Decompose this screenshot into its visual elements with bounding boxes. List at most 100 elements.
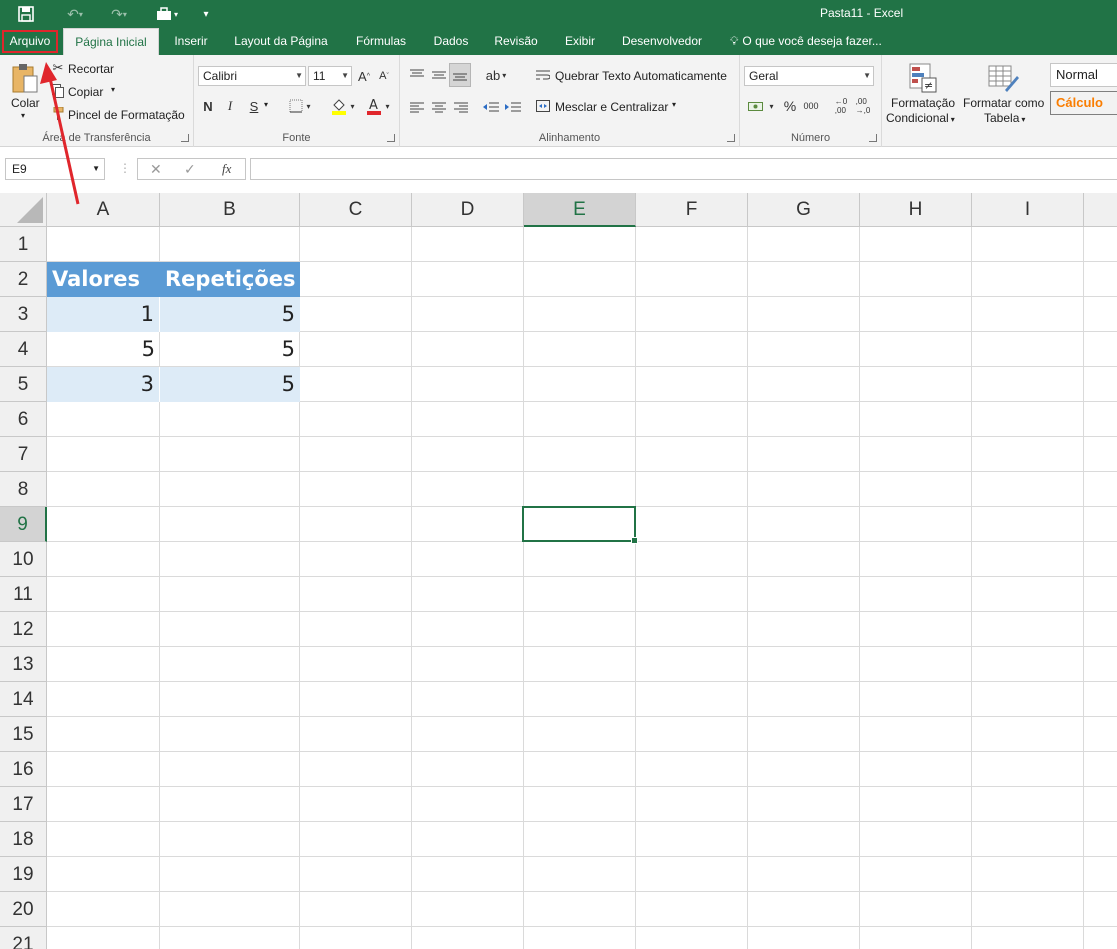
row-header-4[interactable]: 4: [0, 332, 47, 367]
row-header-15[interactable]: 15: [0, 717, 47, 752]
conditional-formatting-icon[interactable]: ≠: [906, 60, 940, 96]
number-launcher-icon[interactable]: [869, 134, 877, 142]
row-header-20[interactable]: 20: [0, 892, 47, 927]
currency-icon[interactable]: ▾: [744, 96, 778, 116]
row-header-18[interactable]: 18: [0, 822, 47, 857]
align-bottom-icon[interactable]: [449, 63, 471, 87]
row-header-5[interactable]: 5: [0, 367, 47, 402]
decrease-indent-icon[interactable]: [482, 97, 500, 117]
align-middle-icon[interactable]: [430, 65, 448, 85]
tab-formulas[interactable]: Fórmulas: [346, 28, 416, 55]
paste-button[interactable]: Colar: [11, 96, 40, 110]
clipboard-launcher-icon[interactable]: [181, 134, 189, 142]
tell-me-box[interactable]: 💡︎ O que você deseja fazer...: [730, 28, 882, 55]
paste-icon[interactable]: [10, 61, 40, 95]
align-right-icon[interactable]: [452, 97, 470, 117]
row-header-6[interactable]: 6: [0, 402, 47, 437]
conditional-formatting-line1[interactable]: Formatação: [891, 96, 955, 110]
fill-color-icon[interactable]: ▾: [329, 96, 357, 116]
row-header-19[interactable]: 19: [0, 857, 47, 892]
table-cell-b5[interactable]: 5: [160, 367, 300, 402]
column-header-a[interactable]: A: [47, 193, 160, 227]
merge-center-icon[interactable]: [535, 98, 551, 114]
cut-button[interactable]: Recortar: [68, 62, 114, 76]
increase-font-icon[interactable]: A ^: [356, 66, 372, 86]
font-color-icon[interactable]: A ▾: [364, 96, 392, 116]
style-calculo[interactable]: Cálculo: [1050, 91, 1117, 115]
table-cell-a3[interactable]: 1: [47, 297, 160, 332]
underline-dropdown-icon[interactable]: ▾: [264, 100, 268, 109]
number-format-select[interactable]: Geral ▼: [744, 66, 874, 86]
row-header-2[interactable]: 2: [0, 262, 47, 297]
row-header-21[interactable]: 21: [0, 927, 47, 949]
cancel-icon[interactable]: ✕: [150, 161, 162, 178]
row-header-13[interactable]: 13: [0, 647, 47, 682]
underline-button[interactable]: S: [246, 96, 262, 116]
row-header-3[interactable]: 3: [0, 297, 47, 332]
style-normal[interactable]: Normal: [1050, 63, 1117, 87]
table-header-repeticoes[interactable]: Repetições: [160, 262, 300, 297]
format-painter-button[interactable]: Pincel de Formatação: [68, 108, 185, 122]
column-header-g[interactable]: G: [748, 193, 860, 227]
bold-button[interactable]: N: [200, 96, 216, 116]
percent-button[interactable]: %: [782, 96, 798, 116]
row-header-1[interactable]: 1: [0, 227, 47, 262]
table-cell-a4[interactable]: 5: [47, 332, 160, 367]
conditional-formatting-line2[interactable]: Condicional ▾: [886, 111, 955, 125]
format-as-table-icon[interactable]: [986, 60, 1020, 96]
format-as-table-line1[interactable]: Formatar como: [963, 96, 1044, 110]
align-left-icon[interactable]: [408, 97, 426, 117]
wrap-text-icon[interactable]: [535, 67, 551, 83]
copy-button[interactable]: Copiar: [68, 85, 103, 99]
formula-input[interactable]: [250, 158, 1117, 180]
decrease-font-icon[interactable]: Aˇ: [376, 66, 392, 86]
tab-layout-da-pagina[interactable]: Layout da Página: [226, 28, 336, 55]
merge-center-button[interactable]: Mesclar e Centralizar: [555, 100, 668, 114]
format-as-table-line2[interactable]: Tabela ▾: [984, 111, 1025, 125]
tab-desenvolvedor[interactable]: Desenvolvedor: [613, 28, 711, 55]
align-center-icon[interactable]: [430, 97, 448, 117]
row-header-16[interactable]: 16: [0, 752, 47, 787]
tab-arquivo[interactable]: Arquivo: [2, 30, 58, 53]
paste-dropdown-icon[interactable]: ▾: [21, 111, 25, 120]
row-header-10[interactable]: 10: [0, 542, 47, 577]
select-all-button[interactable]: [0, 193, 47, 227]
tab-pagina-inicial[interactable]: Página Inicial: [63, 28, 159, 55]
column-header-f[interactable]: F: [636, 193, 748, 227]
column-header-c[interactable]: C: [300, 193, 412, 227]
row-header-14[interactable]: 14: [0, 682, 47, 717]
table-cell-b4[interactable]: 5: [160, 332, 300, 367]
row-header-12[interactable]: 12: [0, 612, 47, 647]
tab-inserir[interactable]: Inserir: [165, 28, 217, 55]
wrap-text-button[interactable]: Quebrar Texto Automaticamente: [555, 69, 727, 83]
row-header-11[interactable]: 11: [0, 577, 47, 612]
column-header-d[interactable]: D: [412, 193, 524, 227]
table-cell-b3[interactable]: 5: [160, 297, 300, 332]
thousands-button[interactable]: 000: [802, 96, 820, 116]
tab-revisao[interactable]: Revisão: [486, 28, 546, 55]
increase-decimal-icon[interactable]: ←0,00: [832, 96, 850, 116]
name-box[interactable]: E9 ▼: [5, 158, 105, 180]
table-header-valores[interactable]: Valores: [47, 262, 160, 297]
borders-icon[interactable]: ▾: [286, 96, 314, 116]
row-header-17[interactable]: 17: [0, 787, 47, 822]
font-launcher-icon[interactable]: [387, 134, 395, 142]
merge-dropdown-icon[interactable]: ▾: [672, 100, 676, 109]
column-header-h[interactable]: H: [860, 193, 972, 227]
column-header-i[interactable]: I: [972, 193, 1084, 227]
align-top-icon[interactable]: [408, 65, 426, 85]
orientation-icon[interactable]: ab ▾: [482, 65, 510, 85]
cut-icon[interactable]: ✂: [50, 60, 66, 76]
alignment-launcher-icon[interactable]: [727, 134, 735, 142]
column-header-j[interactable]: [1084, 193, 1117, 227]
enter-icon[interactable]: ✓: [184, 161, 196, 178]
italic-button[interactable]: I: [222, 96, 238, 116]
font-size-select[interactable]: 11 ▼: [308, 66, 352, 86]
copy-dropdown-icon[interactable]: ▾: [111, 85, 115, 94]
row-header-7[interactable]: 7: [0, 437, 47, 472]
font-name-select[interactable]: Calibri ▼: [198, 66, 306, 86]
tab-exibir[interactable]: Exibir: [555, 28, 605, 55]
selected-cell-e9[interactable]: [522, 506, 638, 544]
tab-dados[interactable]: Dados: [425, 28, 477, 55]
format-painter-icon[interactable]: [51, 106, 65, 122]
